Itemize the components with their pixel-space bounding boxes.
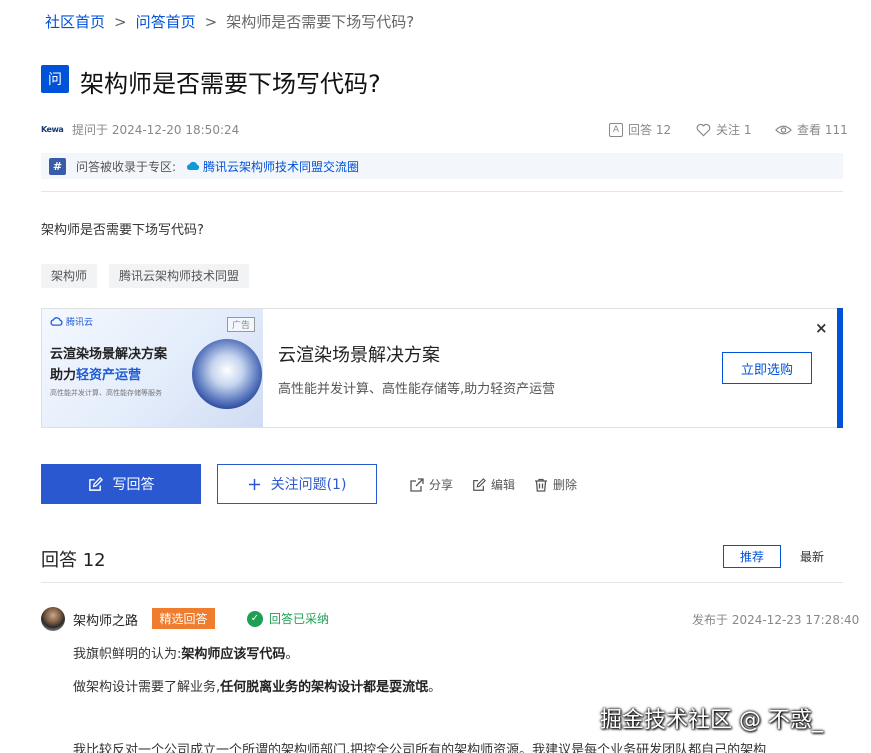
avatar[interactable] <box>41 607 65 631</box>
sort-recommended-tab[interactable]: 推荐 <box>723 545 781 568</box>
answer-icon: A <box>609 122 623 137</box>
answer-paragraph: 我旗帜鲜明的认为:架构师应该写代码。 <box>73 647 299 662</box>
answer-author[interactable]: 架构师之路 <box>73 610 138 629</box>
accepted-label: 回答已采纳 <box>269 612 330 626</box>
share-icon <box>410 477 424 492</box>
asker-logo[interactable]: Kewa <box>41 125 64 134</box>
question-body: 架构师是否需要下场写代码? <box>41 223 204 238</box>
ad-accent-bar <box>837 308 843 428</box>
answer-count-label: 回答 12 <box>628 123 672 137</box>
ad-label: 广告 <box>226 317 255 332</box>
breadcrumb-separator: > <box>114 13 127 31</box>
tencent-cloud-logo: 腾讯云 <box>50 315 93 328</box>
follow-count-label: 关注 1 <box>716 123 752 137</box>
ad-buy-button[interactable]: 立即选购 <box>722 352 812 384</box>
answer-paragraph: 做架构设计需要了解业务,任何脱离业务的架构设计都是耍流氓。 <box>73 680 442 695</box>
write-answer-button[interactable]: 写回答 <box>41 464 201 504</box>
tag-architect[interactable]: 架构师 <box>41 264 98 288</box>
question-meta: Kewa 提问于 2024-12-20 18:50:24 A 回答 12 关注 … <box>41 121 848 138</box>
edit-label: 编辑 <box>491 478 516 492</box>
plus-icon <box>248 478 260 490</box>
breadcrumb: 社区首页 > 问答首页 > 架构师是否需要下场写代码? <box>45 11 414 32</box>
write-answer-label: 写回答 <box>112 477 155 493</box>
view-count: 查看 111 <box>775 121 848 138</box>
check-circle-icon: ✓ <box>247 610 263 627</box>
ad-banner[interactable]: 腾讯云 广告 云渲染场景解决方案 助力轻资产运营 高性能并发计算、高性能存储等服… <box>41 308 843 428</box>
asked-time: 提问于 2024-12-20 18:50:24 <box>72 123 240 137</box>
close-icon[interactable]: × <box>815 319 828 337</box>
watermark: 掘金技术社区 @ 不惑_ <box>600 708 823 733</box>
view-count-label: 查看 111 <box>797 123 848 137</box>
collected-zone-bar: # 问答被收录于专区: 腾讯云架构师技术同盟交流圈 <box>41 153 843 179</box>
trash-icon <box>535 478 547 492</box>
ad-title[interactable]: 云渲染场景解决方案 <box>278 341 440 367</box>
ad-image[interactable]: 腾讯云 广告 云渲染场景解决方案 助力轻资产运营 高性能并发计算、高性能存储等服… <box>42 309 263 427</box>
render-disk-graphic <box>192 339 262 409</box>
delete-button[interactable]: 删除 <box>534 476 577 493</box>
question-badge: 问 <box>41 65 69 93</box>
breadcrumb-qa-link[interactable]: 问答首页 <box>136 13 196 31</box>
ad-image-caption: 高性能并发计算、高性能存储等服务 <box>50 389 162 397</box>
ad-image-headline: 云渲染场景解决方案 <box>50 347 168 362</box>
accepted-status: ✓ 回答已采纳 <box>247 610 329 627</box>
follow-question-button[interactable]: 关注问题(1) <box>217 464 377 504</box>
hash-icon: # <box>49 157 66 175</box>
divider <box>41 582 843 583</box>
question-title: 架构师是否需要下场写代码? <box>80 70 381 98</box>
ad-description: 高性能并发计算、高性能存储等,助力轻资产运营 <box>278 382 556 397</box>
cloud-icon <box>50 317 63 326</box>
answers-title: 回答 12 <box>41 550 106 571</box>
edit-icon <box>88 476 103 491</box>
featured-answer-badge: 精选回答 <box>152 608 215 629</box>
share-label: 分享 <box>429 478 454 492</box>
share-button[interactable]: 分享 <box>410 476 453 493</box>
sort-newest-tab[interactable]: 最新 <box>783 545 841 568</box>
collected-prefix: 问答被收录于专区: <box>76 159 177 174</box>
follow-question-label: 关注问题(1) <box>270 477 347 493</box>
answer-count[interactable]: A 回答 12 <box>609 121 671 138</box>
breadcrumb-separator: > <box>204 13 218 31</box>
divider <box>41 191 843 192</box>
heart-icon <box>696 123 711 136</box>
edit-button[interactable]: 编辑 <box>472 476 515 493</box>
tag-tencent-architect-alliance[interactable]: 腾讯云架构师技术同盟 <box>109 264 250 288</box>
eye-icon <box>775 125 792 134</box>
answer-published-time: 发布于 2024-12-23 17:28:40 <box>692 613 860 627</box>
follow-count[interactable]: 关注 1 <box>696 121 751 138</box>
zone-link-label: 腾讯云架构师技术同盟交流圈 <box>203 159 360 174</box>
zone-link[interactable]: 腾讯云架构师技术同盟交流圈 <box>186 158 359 175</box>
edit-icon <box>473 477 486 491</box>
delete-label: 删除 <box>553 478 578 492</box>
breadcrumb-home-link[interactable]: 社区首页 <box>45 13 105 31</box>
cloud-icon <box>187 161 200 170</box>
ad-image-brand: 腾讯云 <box>66 318 94 328</box>
breadcrumb-current: 架构师是否需要下场写代码? <box>226 13 415 31</box>
ad-image-subheadline: 助力轻资产运营 <box>50 368 142 383</box>
answer-paragraph: 我比较反对一个公司成立一个所谓的架构师部门,把控全公司所有的架构师资源。我建议是… <box>73 743 767 753</box>
